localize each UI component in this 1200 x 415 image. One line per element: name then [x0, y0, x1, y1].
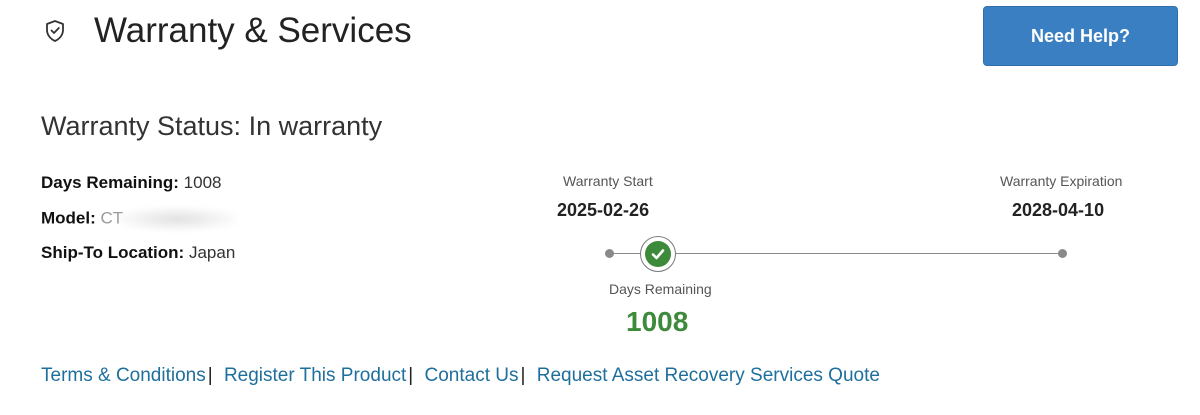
- ship-to-label: Ship-To Location:: [41, 243, 185, 262]
- register-product-link[interactable]: Register This Product: [224, 365, 406, 386]
- days-remaining-value: 1008: [183, 173, 222, 192]
- contact-us-link[interactable]: Contact Us: [425, 365, 519, 386]
- warranty-details: Days Remaining: 1008 Model: CT Ship-To L…: [41, 172, 238, 277]
- redacted-blur: [117, 207, 238, 231]
- model-row: Model: CT: [41, 207, 238, 242]
- days-remaining-caption: Days Remaining: [609, 281, 712, 297]
- ship-to-value: Japan: [188, 243, 236, 262]
- warranty-start-date: 2025-02-26: [557, 200, 650, 220]
- timeline-line: [610, 253, 1063, 254]
- ship-to-row: Ship-To Location: Japan: [41, 242, 237, 277]
- days-remaining-count: 1008: [626, 306, 689, 337]
- timeline-start-dot: [605, 249, 614, 258]
- link-separator: |: [207, 365, 213, 386]
- warranty-expiration-caption: Warranty Expiration: [1000, 173, 1123, 189]
- shield-check-icon: [44, 19, 66, 43]
- warranty-expiration-date: 2028-04-10: [1012, 200, 1105, 220]
- timeline-end-dot: [1058, 249, 1067, 258]
- warranty-start-caption: Warranty Start: [563, 173, 653, 189]
- warranty-timeline: [600, 234, 1075, 274]
- asset-recovery-quote-link[interactable]: Request Asset Recovery Services Quote: [537, 365, 880, 386]
- warranty-status-heading: Warranty Status: In warranty: [41, 111, 383, 141]
- days-remaining-row: Days Remaining: 1008: [41, 172, 237, 207]
- need-help-button[interactable]: Need Help?: [983, 6, 1178, 66]
- terms-conditions-link[interactable]: Terms & Conditions: [41, 365, 206, 386]
- days-remaining-label: Days Remaining:: [41, 173, 179, 192]
- footer-links: Terms & Conditions | Register This Produc…: [41, 364, 880, 388]
- page-title: Warranty & Services: [94, 11, 412, 50]
- check-circle-icon: [640, 236, 676, 272]
- model-label: Model:: [41, 208, 96, 228]
- link-separator: |: [520, 365, 526, 386]
- link-separator: |: [408, 365, 414, 386]
